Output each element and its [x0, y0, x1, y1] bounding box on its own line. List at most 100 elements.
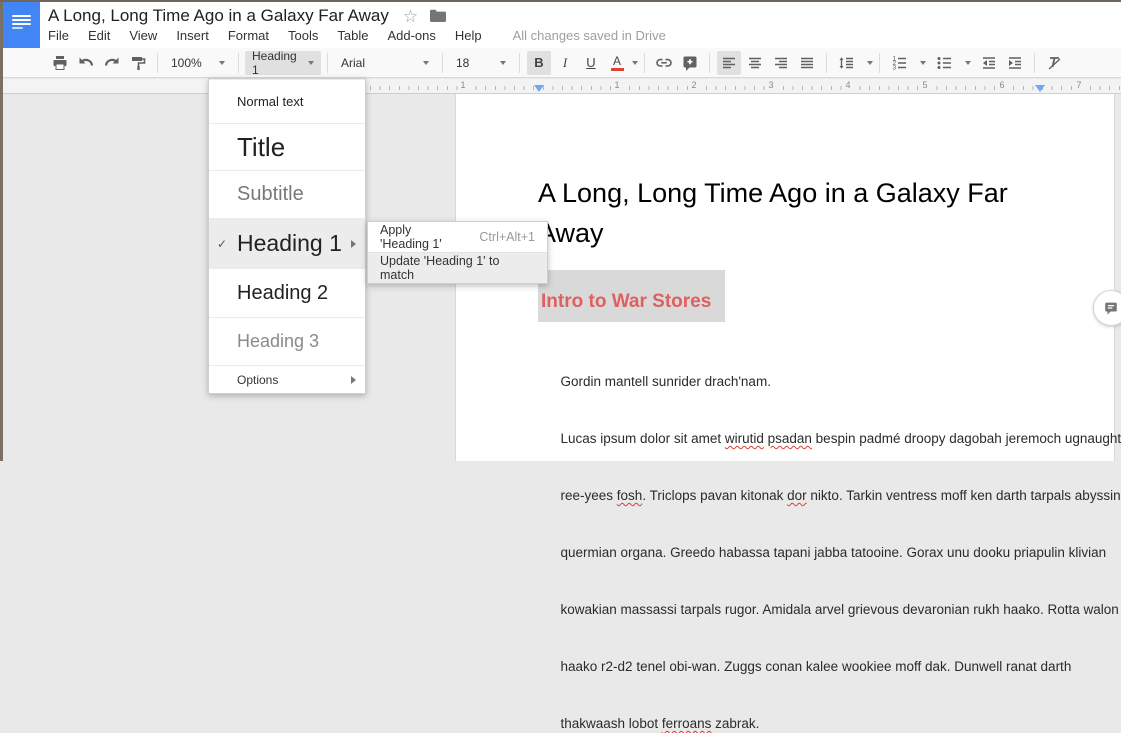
style-menu-item[interactable]: Heading 2: [209, 268, 365, 317]
star-icon[interactable]: ☆: [403, 8, 418, 25]
document-page[interactable]: A Long, Long Time Ago in a Galaxy Far Aw…: [455, 93, 1115, 461]
italic-button[interactable]: I: [553, 51, 577, 75]
style-menu-item-label: Heading 1: [237, 230, 342, 257]
body-text-line[interactable]: kowakian massassi tarpals rugor. Amidala…: [538, 562, 1121, 619]
chevron-down-icon: [632, 61, 638, 65]
keyboard-shortcut: Ctrl+Alt+1: [479, 230, 535, 244]
ruler-number: 4: [843, 80, 852, 91]
decrease-indent-button[interactable]: [977, 51, 1001, 75]
align-left-button[interactable]: [717, 51, 741, 75]
insert-comment-button[interactable]: [678, 51, 702, 75]
chevron-down-icon: [867, 61, 873, 65]
folder-icon[interactable]: [430, 9, 446, 23]
menu-item[interactable]: Insert: [176, 28, 209, 43]
submenu-item-label: Apply 'Heading 1': [380, 223, 463, 251]
chevron-down-icon: [423, 61, 429, 65]
underline-button[interactable]: U: [579, 51, 603, 75]
show-comments-button[interactable]: [1093, 290, 1121, 326]
heading1-submenu: Apply 'Heading 1' Ctrl+Alt+1 Update 'Hea…: [367, 221, 548, 284]
ruler-number: 6: [997, 80, 1006, 91]
font-size-select[interactable]: 18: [449, 51, 513, 75]
style-menu-item[interactable]: Title: [209, 123, 365, 170]
font-select[interactable]: Arial: [334, 51, 436, 75]
body-text-segment: thakwaash lobot: [561, 716, 662, 731]
menu-item[interactable]: Add-ons: [387, 28, 435, 43]
align-center-button[interactable]: [743, 51, 767, 75]
text-color-button[interactable]: A: [605, 51, 629, 75]
submenu-item[interactable]: Update 'Heading 1' to match: [368, 252, 547, 283]
styles-dropdown-menu: Normal text Title Subtitle ✓ Heading 1 H…: [208, 78, 366, 394]
body-text-line[interactable]: Lucas ipsum dolor sit amet wirutid psada…: [538, 391, 1121, 448]
chevron-down-icon: [965, 61, 971, 65]
document-title-input[interactable]: A Long, Long Time Ago in a Galaxy Far Aw…: [48, 6, 389, 26]
styles-select[interactable]: Heading 1: [245, 51, 321, 75]
ruler-number: 2: [689, 80, 698, 91]
ruler-number: 7: [1074, 80, 1083, 91]
body-text-segment: zabrak.: [711, 716, 759, 731]
body-text-segment: wirutid: [725, 431, 764, 446]
comment-icon: [1103, 300, 1119, 316]
svg-text:3: 3: [893, 64, 897, 71]
left-indent-marker[interactable]: [534, 85, 544, 92]
document-body-text[interactable]: Gordin mantell sunrider drach'nam. Lucas…: [538, 334, 1121, 733]
right-indent-marker[interactable]: [1035, 85, 1045, 92]
clear-formatting-button[interactable]: [1042, 51, 1066, 75]
body-text-segment: fosh: [617, 488, 643, 503]
body-text-line[interactable]: ree-yees fosh. Triclops pavan kitonak do…: [538, 448, 1121, 505]
style-menu-item-label: Options: [237, 373, 278, 387]
style-menu-item[interactable]: Heading 3: [209, 317, 365, 365]
body-text-segment: psadan: [768, 431, 812, 446]
chevron-down-icon: [500, 61, 506, 65]
ruler-number: 3: [766, 80, 775, 91]
text-color-swatch: [611, 68, 624, 71]
style-menu-item[interactable]: Normal text: [209, 79, 365, 123]
style-menu-item[interactable]: Subtitle: [209, 170, 365, 218]
increase-indent-button[interactable]: [1003, 51, 1027, 75]
paint-format-button[interactable]: [126, 51, 150, 75]
numbered-list-button[interactable]: 123: [887, 51, 911, 75]
body-text-segment: quermian organa. Greedo habassa tapani j…: [561, 545, 1107, 560]
header-bar: A Long, Long Time Ago in a Galaxy Far Aw…: [3, 0, 1121, 48]
submenu-item[interactable]: Apply 'Heading 1' Ctrl+Alt+1: [368, 222, 547, 252]
menu-item[interactable]: Tools: [288, 28, 318, 43]
menu-bar: File Edit View Insert Format Tools Table Add-on…: [48, 28, 666, 43]
highlighted-heading[interactable]: Intro to War Stores: [538, 270, 725, 322]
undo-button[interactable]: [74, 51, 98, 75]
body-text-segment: ferroans: [662, 716, 712, 731]
menu-item[interactable]: Help: [455, 28, 482, 43]
body-text-line[interactable]: Gordin mantell sunrider drach'nam.: [538, 334, 1121, 391]
chevron-down-icon: [920, 61, 926, 65]
style-menu-item[interactable]: Options: [209, 365, 365, 393]
justify-button[interactable]: [795, 51, 819, 75]
redo-button[interactable]: [100, 51, 124, 75]
bulleted-list-button[interactable]: [932, 51, 956, 75]
body-text-segment: . Triclops pavan kitonak: [642, 488, 787, 503]
style-menu-item-label: Heading 3: [237, 331, 319, 352]
docs-logo-icon: [12, 15, 31, 31]
docs-logo[interactable]: [3, 0, 40, 48]
body-text-line[interactable]: thakwaash lobot ferroans zabrak.: [538, 676, 1121, 733]
window-edge-top: [0, 0, 1121, 2]
style-menu-item[interactable]: ✓ Heading 1: [209, 218, 365, 268]
document-heading-title[interactable]: A Long, Long Time Ago in a Galaxy Far Aw…: [538, 173, 1008, 253]
menu-item[interactable]: File: [48, 28, 69, 43]
print-button[interactable]: [48, 51, 72, 75]
menu-item[interactable]: View: [129, 28, 157, 43]
menu-item[interactable]: Format: [228, 28, 269, 43]
line-spacing-button[interactable]: [834, 51, 858, 75]
zoom-select[interactable]: 100%: [164, 51, 232, 75]
menu-item[interactable]: Edit: [88, 28, 110, 43]
ruler-number: 1: [458, 80, 467, 91]
body-text-line[interactable]: haako r2-d2 tenel obi-wan. Zuggs conan k…: [538, 619, 1121, 676]
body-text-segment: ree-yees: [561, 488, 617, 503]
window-edge-left: [0, 0, 3, 461]
style-menu-item-label: Subtitle: [237, 183, 304, 206]
bold-button[interactable]: B: [527, 51, 551, 75]
align-right-button[interactable]: [769, 51, 793, 75]
menu-items: File Edit View Insert Format Tools Table Add-on…: [48, 28, 501, 43]
body-text-segment: Gordin mantell sunrider drach'nam.: [561, 374, 771, 389]
insert-link-button[interactable]: [652, 51, 676, 75]
menu-item[interactable]: Table: [337, 28, 368, 43]
ruler-ticks: [370, 86, 1121, 90]
body-text-line[interactable]: quermian organa. Greedo habassa tapani j…: [538, 505, 1121, 562]
